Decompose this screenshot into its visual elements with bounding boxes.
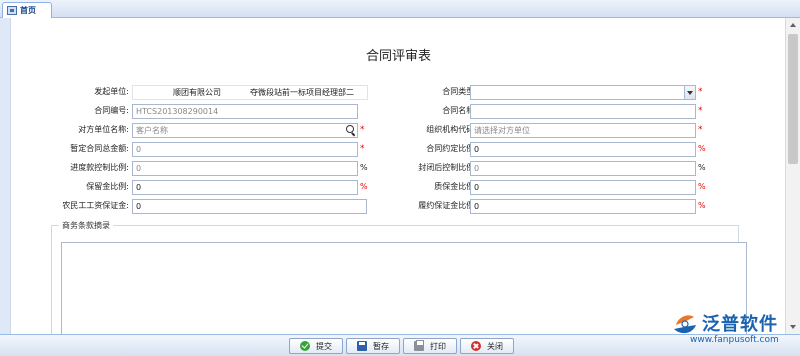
form-panel: 合同评审表 发起单位: 顺团有限公司 夺微段站前一标项目经理部二 合同类型: *… (10, 18, 785, 334)
commercial-terms-textarea[interactable] (61, 242, 747, 334)
scroll-up-icon[interactable] (786, 18, 800, 32)
contract-no-label: 合同编号: (94, 106, 129, 115)
chevron-down-icon[interactable] (684, 86, 695, 99)
wage-deposit-label: 农民工工资保证金: (62, 201, 129, 210)
progress-ratio-field[interactable]: 0 (132, 161, 358, 176)
commercial-terms-legend: 商务条款摘录 (59, 220, 113, 231)
issuer-value-2: 夺微段站前一标项目经理部二 (250, 88, 354, 97)
percent-unit: % (360, 163, 368, 172)
percent-unit: % (698, 182, 706, 191)
performance-ratio-label: 履约保证金比例: (418, 201, 477, 210)
percent-unit: % (698, 163, 706, 172)
brand-url: www.fanpusoft.com (690, 335, 779, 345)
print-label: 打印 (430, 341, 446, 351)
contract-type-label: 合同类型: (442, 87, 477, 96)
home-icon (7, 6, 17, 15)
check-icon (300, 341, 310, 351)
post-seal-ratio-field[interactable]: 0 (470, 161, 696, 176)
contract-type-select[interactable] (470, 85, 696, 100)
tab-bar: 首页 (0, 0, 800, 18)
contract-name-field[interactable] (470, 104, 696, 119)
close-label: 关闭 (487, 341, 503, 351)
agreed-ratio-field[interactable]: 0 (470, 142, 696, 157)
issuer-label: 发起单位: (94, 87, 129, 96)
wage-deposit-field[interactable]: 0 (132, 199, 367, 214)
provisional-total-label: 暂定合同总金额: (70, 144, 129, 153)
post-seal-ratio-label: 封闭后控制比例: (418, 163, 477, 172)
percent-unit: % (698, 201, 706, 210)
vertical-scrollbar[interactable] (785, 18, 800, 334)
submit-label: 提交 (316, 341, 332, 351)
percent-unit: % (360, 182, 368, 191)
page-title: 合同评审表 (365, 49, 431, 64)
progress-ratio-label: 进度款控制比例: (70, 163, 129, 172)
save-draft-button[interactable]: 暂存 (346, 338, 400, 354)
brand-name-cn: 泛普软件 (702, 314, 778, 335)
search-icon[interactable] (345, 125, 356, 136)
provisional-total-field[interactable]: 0 (132, 142, 358, 157)
counterparty-label: 对方单位名称: (78, 125, 129, 134)
quality-ratio-field[interactable]: 0 (470, 180, 696, 195)
counterparty-field[interactable]: 客户名称 (132, 123, 358, 138)
required-mark: * (698, 106, 703, 116)
required-mark: * (698, 87, 703, 97)
agreed-ratio-label: 合同约定比例: (426, 144, 477, 153)
quality-ratio-label: 质保金比例: (434, 182, 477, 191)
required-mark: * (698, 125, 703, 135)
brand-logo: 泛普软件 www.fanpusoft.com (668, 307, 796, 351)
retention-ratio-label: 保留金比例: (86, 182, 129, 191)
save-draft-label: 暂存 (373, 341, 389, 351)
retention-ratio-field[interactable]: 0 (132, 180, 358, 195)
print-button[interactable]: 打印 (403, 338, 457, 354)
org-code-field[interactable]: 请选择对方单位 (470, 123, 696, 138)
scroll-thumb[interactable] (788, 34, 798, 164)
close-button[interactable]: 关闭 (460, 338, 514, 354)
org-code-label: 组织机构代码: (426, 125, 477, 134)
percent-unit: % (698, 144, 706, 153)
counterparty-placeholder: 客户名称 (136, 126, 168, 135)
required-mark: * (360, 144, 365, 154)
contract-name-label: 合同名称: (442, 106, 477, 115)
printer-icon (414, 340, 424, 351)
issuer-value: 顺团有限公司 (173, 88, 221, 97)
submit-button[interactable]: 提交 (289, 338, 343, 354)
save-icon (357, 341, 367, 351)
tab-home-label: 首页 (20, 6, 36, 15)
contract-no-field[interactable]: HTCS201308290014 (132, 104, 358, 119)
tab-home[interactable]: 首页 (2, 2, 52, 18)
issuer-field[interactable]: 顺团有限公司 夺微段站前一标项目经理部二 (132, 85, 368, 100)
performance-ratio-field[interactable]: 0 (470, 199, 696, 214)
brand-logo-mark (674, 315, 696, 334)
close-icon (471, 341, 481, 351)
required-mark: * (360, 125, 365, 135)
